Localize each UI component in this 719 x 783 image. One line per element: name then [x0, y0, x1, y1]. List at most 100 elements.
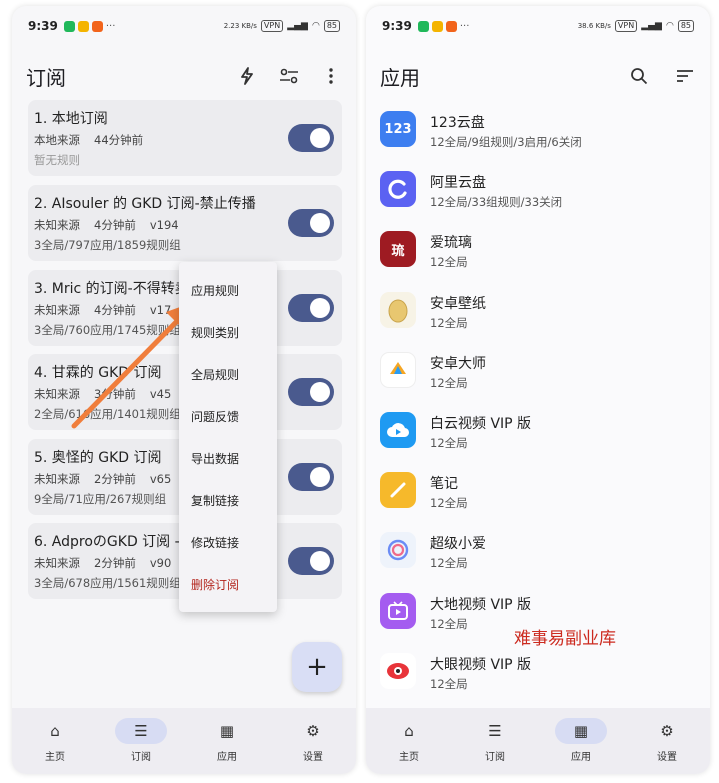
- wechat-notification-icon: [63, 20, 75, 32]
- app-list-item[interactable]: 大眼视频 VIP 版 12全局: [366, 644, 710, 704]
- subscription-version: v90: [149, 556, 172, 570]
- status-time: 9:39: [28, 19, 58, 33]
- nav-label: 应用: [571, 752, 591, 763]
- nav-home[interactable]: ⌂ 主页: [366, 708, 452, 774]
- subscription-updated: 3分钟前: [94, 387, 136, 401]
- app-list-item[interactable]: 琉 爱琉璃 12全局: [366, 222, 710, 282]
- app-name: 爱琉璃: [430, 235, 472, 251]
- aliyun-drive-icon: [380, 171, 416, 207]
- bolt-icon[interactable]: [236, 65, 258, 87]
- nav-settings[interactable]: ⚙ 设置: [624, 708, 710, 774]
- network-speed: 2.23 KB/s: [223, 22, 257, 30]
- wifi-icon: ◠: [311, 21, 320, 31]
- gear-icon: ⚙: [660, 722, 674, 740]
- home-icon: ⌂: [50, 722, 60, 740]
- app-list-item[interactable]: 安卓大师 12全局: [366, 343, 710, 403]
- app-list-item[interactable]: 笔记 12全局: [366, 463, 710, 523]
- nav-home[interactable]: ⌂ 主页: [12, 708, 98, 774]
- subscription-meta: 未知来源 2分钟前 v65: [34, 471, 185, 487]
- app-name: 大眼视频 VIP 版: [430, 657, 532, 673]
- app-rules: 12全局: [430, 376, 468, 390]
- subscription-source: 未知来源: [34, 303, 80, 317]
- cloud-video-icon: [380, 412, 416, 448]
- app-list-item[interactable]: 超级小爱 12全局: [366, 523, 710, 583]
- xiaoai-icon: [380, 532, 416, 568]
- app-name: 超级小爱: [430, 536, 486, 552]
- ailiuli-icon: 琉: [380, 231, 416, 267]
- subscription-updated: 44分钟前: [94, 133, 144, 147]
- app-list-item[interactable]: 阿里云盘 12全局/33组规则/33关闭: [366, 162, 710, 222]
- app-rules: 12全局/33组规则/33关闭: [430, 195, 563, 209]
- nav-label: 应用: [217, 752, 237, 763]
- app-notification-icon: [431, 20, 443, 32]
- wifi-icon: ◠: [665, 21, 674, 31]
- signal-icon: ▂▄▆: [641, 21, 662, 31]
- subscription-source: 未知来源: [34, 218, 80, 232]
- sort-icon[interactable]: [674, 65, 696, 87]
- network-speed: 38.6 KB/s: [577, 22, 611, 30]
- subscription-toggle[interactable]: [288, 294, 334, 322]
- menu-item-feedback[interactable]: 问题反馈: [191, 408, 239, 425]
- subscription-toggle[interactable]: [288, 547, 334, 575]
- app-name: 白云视频 VIP 版: [430, 416, 532, 432]
- top-app-bar: 应用: [366, 54, 710, 98]
- subscription-stats: 暂无规则: [34, 153, 80, 167]
- subscription-meta: 未知来源 4分钟前 v17: [34, 302, 185, 318]
- app-notification-icon: [91, 20, 103, 32]
- app-notification-icon: [445, 20, 457, 32]
- nav-settings[interactable]: ⚙ 设置: [270, 708, 356, 774]
- subscription-context-menu: 应用规则 规则类别 全局规则 问题反馈 导出数据 复制链接 修改链接 删除订阅: [179, 262, 277, 612]
- home-icon: ⌂: [404, 722, 414, 740]
- subscription-toggle[interactable]: [288, 378, 334, 406]
- more-vert-icon[interactable]: [320, 65, 342, 87]
- nav-label: 设置: [657, 752, 677, 763]
- android-master-icon: [380, 352, 416, 388]
- tv-video-icon: [380, 593, 416, 629]
- nav-apps[interactable]: ▦ 应用: [538, 708, 624, 774]
- subscription-toggle[interactable]: [288, 463, 334, 491]
- app-name: 大地视频 VIP 版: [430, 597, 532, 613]
- watermark-text: 难事易副业库: [514, 629, 616, 649]
- signal-icon: ▂▄▆: [287, 21, 308, 31]
- subscription-version: v45: [149, 387, 172, 401]
- subscription-version: v194: [149, 218, 179, 232]
- nav-apps[interactable]: ▦ 应用: [184, 708, 270, 774]
- subscription-updated: 2分钟前: [94, 472, 136, 486]
- vpn-badge: VPN: [614, 20, 638, 32]
- menu-item-global-rules[interactable]: 全局规则: [191, 366, 239, 383]
- menu-item-export[interactable]: 导出数据: [191, 450, 239, 467]
- menu-item-edit-link[interactable]: 修改链接: [191, 534, 239, 551]
- filter-settings-icon[interactable]: [278, 65, 300, 87]
- subscription-card[interactable]: 1. 本地订阅 本地来源 44分钟前 暂无规则: [28, 100, 342, 176]
- app-notification-icon: [77, 20, 89, 32]
- egg-wallpaper-icon: [380, 292, 416, 328]
- menu-item-rule-categories[interactable]: 规则类别: [191, 324, 239, 341]
- search-icon[interactable]: [628, 65, 650, 87]
- add-subscription-button[interactable]: +: [292, 642, 342, 692]
- menu-item-app-rules[interactable]: 应用规则: [191, 282, 239, 299]
- app-rules: 12全局: [430, 436, 468, 450]
- app-name: 阿里云盘: [430, 175, 486, 191]
- subscription-updated: 4分钟前: [94, 303, 136, 317]
- nav-subscriptions[interactable]: ☰ 订阅: [452, 708, 538, 774]
- app-rules: 12全局: [430, 255, 468, 269]
- subscription-toggle[interactable]: [288, 124, 334, 152]
- status-time: 9:39: [382, 19, 412, 33]
- menu-item-copy-link[interactable]: 复制链接: [191, 492, 239, 509]
- app-rules: 12全局: [430, 556, 468, 570]
- subscription-card[interactable]: 2. AIsouler 的 GKD 订阅-禁止传播 未知来源 4分钟前 v194 3…: [28, 185, 342, 261]
- nav-subscriptions[interactable]: ☰ 订阅: [98, 708, 184, 774]
- app-rules: 12全局: [430, 496, 468, 510]
- app-list-item[interactable]: 123 123云盘 12全局/9组规则/3启用/6关闭: [366, 102, 710, 162]
- subscription-toggle[interactable]: [288, 209, 334, 237]
- app-list-item[interactable]: 白云视频 VIP 版 12全局: [366, 403, 710, 463]
- subscription-updated: 2分钟前: [94, 556, 136, 570]
- menu-item-delete[interactable]: 删除订阅: [191, 576, 239, 593]
- app-list-item[interactable]: 安卓壁纸 12全局: [366, 283, 710, 343]
- more-notifications-icon: ···: [105, 20, 116, 32]
- battery-level: 85: [677, 20, 694, 32]
- subscription-meta: 未知来源 3分钟前 v45: [34, 386, 185, 402]
- apps-screen: 9:39 ··· 38.6 KB/s VPN ▂▄▆ ◠ 85 应用 123 1…: [366, 6, 710, 774]
- apps-grid-icon: ▦: [555, 718, 607, 744]
- gear-icon: ⚙: [306, 722, 320, 740]
